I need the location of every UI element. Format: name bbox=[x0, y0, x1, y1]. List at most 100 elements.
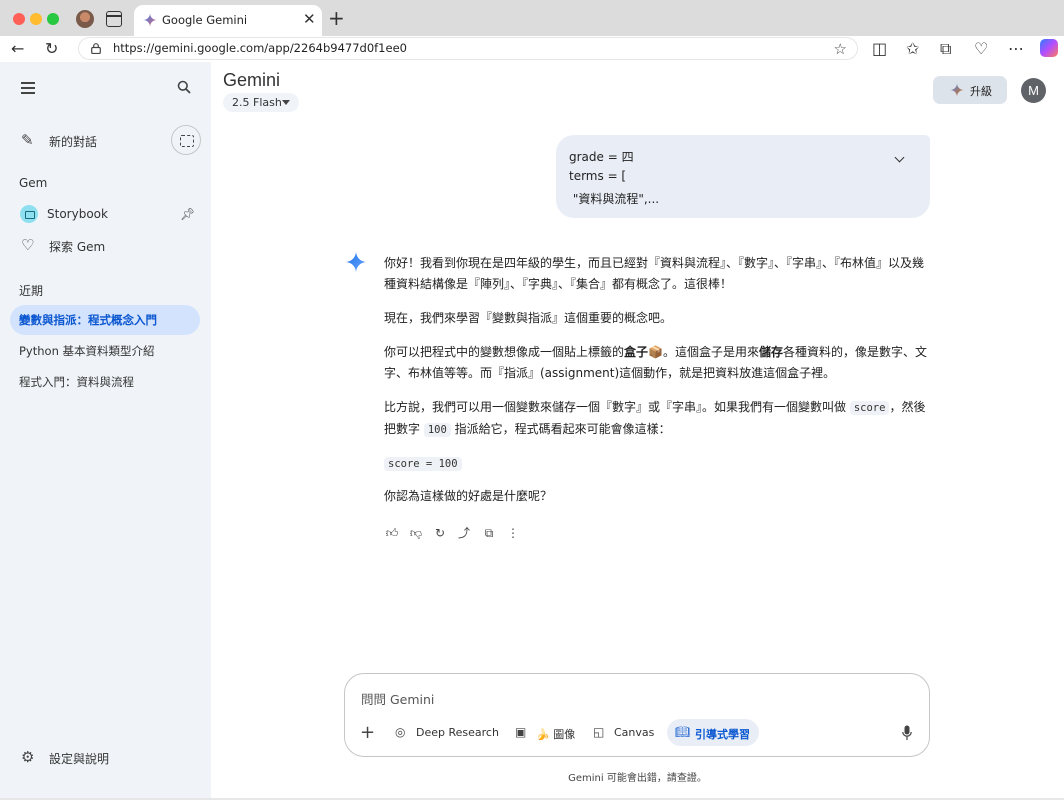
favorite-star-icon[interactable]: ☆ bbox=[834, 40, 847, 58]
storybook-label: Storybook bbox=[47, 207, 108, 221]
avatar[interactable]: M bbox=[1021, 78, 1046, 103]
gear-icon: ⚙ bbox=[21, 748, 35, 766]
tool-image[interactable]: ▣ 🍌 圖像 bbox=[515, 719, 581, 746]
recent-chat-item[interactable]: 程式入門：資料與流程 bbox=[10, 367, 200, 397]
new-tab-icon[interactable]: + bbox=[328, 8, 345, 28]
gem-section-title: Gem bbox=[19, 176, 48, 190]
prompt-composer: 問問 Gemini + ◎ Deep Research ▣ 🍌 圖像 ◱ Can… bbox=[344, 673, 930, 757]
inline-code: 100 bbox=[423, 423, 451, 437]
split-screen-icon[interactable]: ◫ bbox=[872, 40, 887, 58]
collections-icon[interactable]: ⧉ bbox=[940, 40, 951, 58]
recent-chat-label: 程式入門：資料與流程 bbox=[19, 375, 134, 389]
sidebar: ✎ 新的對話 Gem Storybook 📌︎ ♡ 探索 Gem 近期 變數與指… bbox=[0, 62, 211, 798]
response-paragraph: 現在，我們來學習『變數與指派』這個重要的概念吧。 bbox=[384, 311, 673, 325]
url-text: https://gemini.google.com/app/2264b9477d… bbox=[113, 41, 407, 55]
sidebar-item-explore-gem[interactable]: ♡ 探索 Gem bbox=[0, 232, 211, 260]
explore-gem-label: 探索 Gem bbox=[49, 240, 106, 254]
recent-section-title: 近期 bbox=[19, 284, 44, 298]
lock-icon bbox=[91, 43, 101, 54]
inline-code: score bbox=[849, 401, 890, 415]
response-paragraph: 比方說，我們可以用一個變數來儲存一個『數字』或『字串』。如果我們有一個變數叫做 … bbox=[384, 397, 932, 441]
disclaimer-text: Gemini 可能會出錯，請查證。 bbox=[568, 773, 707, 784]
browser-tab-title: Google Gemini bbox=[162, 13, 248, 27]
more-options-icon[interactable]: ⋯ bbox=[1008, 40, 1024, 58]
main-panel: Gemini 2.5 Flash 升級 M grade = 四 terms = … bbox=[211, 62, 1064, 798]
tool-label: 🍌 圖像 bbox=[536, 728, 576, 741]
recent-chat-label: 變數與指派：程式概念入門 bbox=[19, 313, 157, 327]
share-icon[interactable]: ⤴ bbox=[456, 525, 472, 541]
image-icon: ▣ bbox=[515, 725, 527, 739]
response-text: 你可以把程式中的變數想像成一個貼上標籤的 bbox=[384, 345, 625, 359]
response-text: 。這個盒子是用來 bbox=[662, 345, 759, 359]
pin-icon[interactable]: 📌︎ bbox=[180, 207, 195, 221]
settings-help-label: 設定與說明 bbox=[49, 752, 110, 766]
close-tab-icon[interactable]: ✕ bbox=[303, 11, 316, 27]
menu-icon[interactable] bbox=[21, 82, 35, 94]
sidebar-item-storybook[interactable]: Storybook 📌︎ bbox=[0, 201, 211, 229]
inline-code-block: score = 100 bbox=[384, 457, 462, 471]
tool-label: Canvas bbox=[614, 726, 655, 739]
expand-chevron-icon[interactable] bbox=[894, 152, 905, 163]
response-text: 比方說，我們可以用一個變數來儲存一個『數字』或『字串』。如果我們有一個變數叫做 bbox=[384, 400, 847, 414]
response-paragraph: 你好！我看到你現在是四年級的學生，而且已經對『資料與流程』、『數字』、『字串』、… bbox=[384, 256, 925, 291]
thumbs-down-icon[interactable]: 👎︎ bbox=[408, 525, 424, 541]
user-message-line: grade = 四 bbox=[569, 150, 634, 164]
prompt-input[interactable]: 問問 Gemini bbox=[361, 689, 434, 708]
tool-label: 引導式學習 bbox=[695, 728, 750, 741]
page-title: Gemini bbox=[223, 70, 281, 90]
favorites-icon[interactable]: ✩ bbox=[906, 40, 919, 58]
tool-label: Deep Research bbox=[416, 726, 499, 739]
tool-canvas[interactable]: ◱ Canvas bbox=[593, 719, 659, 746]
window-zoom-button[interactable] bbox=[47, 13, 59, 25]
browser-navbar: ← ↻ https://gemini.google.com/app/2264b9… bbox=[0, 36, 1064, 62]
upgrade-label: 升級 bbox=[970, 85, 992, 98]
box-emoji-icon: 📦 bbox=[648, 345, 663, 359]
user-message-bubble: grade = 四 terms = [ "資料與流程",... bbox=[556, 135, 930, 218]
recent-chat-item[interactable]: Python 基本資料類型介紹 bbox=[10, 336, 200, 366]
edit-icon: ✎ bbox=[21, 131, 34, 149]
microphone-icon[interactable] bbox=[902, 725, 912, 741]
model-label: 2.5 Flash bbox=[232, 96, 282, 109]
response-paragraph: 你認為這樣做的好處是什麼呢？ bbox=[384, 489, 553, 503]
more-options-icon[interactable]: ⋮ bbox=[505, 525, 521, 541]
address-bar[interactable]: https://gemini.google.com/app/2264b9477d… bbox=[78, 37, 858, 60]
upgrade-button[interactable]: 升級 bbox=[933, 76, 1007, 104]
tab-actions-icon[interactable] bbox=[106, 11, 122, 27]
code-paragraph: score = 100 bbox=[384, 453, 932, 475]
add-attachment-icon[interactable]: + bbox=[360, 724, 375, 742]
browser-essentials-icon[interactable]: ♡ bbox=[974, 40, 988, 58]
gemini-sparkle-icon bbox=[345, 251, 367, 273]
new-chat-label: 新的對話 bbox=[49, 135, 98, 149]
tool-guided-learning[interactable]: 📖︎ 引導式學習 bbox=[667, 719, 759, 746]
user-message-line: terms = [ bbox=[569, 169, 627, 183]
model-selector[interactable]: 2.5 Flash bbox=[223, 93, 299, 112]
search-icon[interactable] bbox=[177, 80, 191, 94]
copy-icon[interactable]: ⧉ bbox=[481, 525, 497, 541]
recent-chat-item[interactable]: 變數與指派：程式概念入門 bbox=[10, 305, 200, 335]
reload-icon[interactable]: ↻ bbox=[45, 40, 58, 58]
storybook-icon bbox=[20, 205, 38, 223]
gem-heart-icon: ♡ bbox=[21, 236, 35, 254]
back-icon[interactable]: ← bbox=[11, 40, 24, 58]
response-paragraph: 你可以把程式中的變數想像成一個貼上標籤的盒子📦。這個盒子是用來儲存各種資料的，像… bbox=[384, 342, 932, 384]
copilot-icon[interactable] bbox=[1040, 39, 1058, 57]
temporary-chat-button[interactable] bbox=[171, 125, 201, 155]
response-bold-text: 盒子 bbox=[624, 345, 649, 359]
window-minimize-button[interactable] bbox=[30, 13, 42, 25]
response-bold-text: 儲存 bbox=[759, 345, 784, 359]
recent-chat-label: Python 基本資料類型介紹 bbox=[19, 344, 155, 358]
deep-research-icon: ◎ bbox=[395, 725, 406, 739]
window-close-button[interactable] bbox=[13, 13, 25, 25]
canvas-icon: ◱ bbox=[593, 725, 605, 739]
sparkle-icon bbox=[950, 83, 964, 97]
thumbs-up-icon[interactable]: 👍︎ bbox=[384, 525, 400, 541]
response-text: 指派給它，程式碼看起來可能會像這樣： bbox=[454, 422, 671, 436]
browser-profile-avatar[interactable] bbox=[76, 10, 94, 28]
tool-deep-research[interactable]: ◎ Deep Research bbox=[395, 719, 505, 746]
settings-help-button[interactable]: ⚙ 設定與說明 bbox=[0, 744, 211, 772]
browser-titlebar: Google Gemini ✕ + bbox=[0, 0, 1064, 36]
guided-learning-icon: 📖︎ bbox=[675, 725, 691, 739]
browser-tab-gemini[interactable]: Google Gemini ✕ bbox=[134, 5, 322, 36]
regenerate-icon[interactable]: ↻ bbox=[432, 525, 448, 541]
gemini-favicon-icon bbox=[143, 13, 157, 27]
